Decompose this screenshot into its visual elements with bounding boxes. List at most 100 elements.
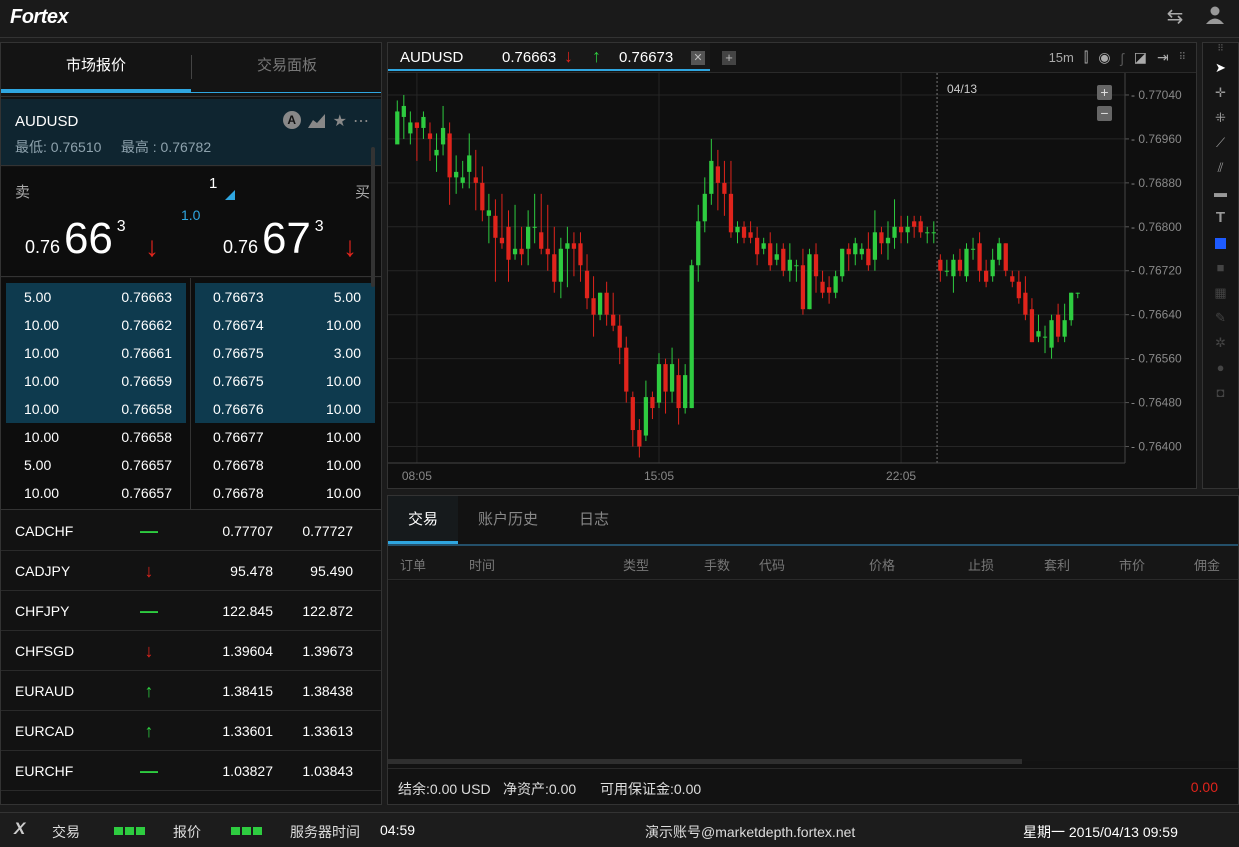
depth-bid-row[interactable]: 5.00 0.76657 [6,451,186,479]
candle [427,122,433,161]
tab-trading-panel[interactable]: 交易面板 [192,43,382,97]
quantity-value[interactable]: 1 [209,175,217,192]
watch-bid[interactable]: 1.03827 [222,751,273,791]
cursor-icon[interactable]: ➤ [1203,55,1238,80]
watchlist-row[interactable]: EURCAD ↑ 1.33601 1.33613 [1,711,381,751]
watch-ask[interactable]: 1.33613 [302,711,353,751]
text-tool-icon[interactable]: T [1203,205,1238,230]
user-icon[interactable] [1203,5,1227,29]
indicator-icon[interactable]: ʃ [1121,50,1124,66]
screenshot-icon[interactable]: ◪ [1134,49,1147,66]
depth-bid-row[interactable]: 10.00 0.76662 [6,311,186,339]
sell-price-button[interactable]: 0.76 66 3 [25,217,126,261]
drag-handle-icon[interactable]: ⠿ [1203,43,1238,55]
watch-ask[interactable]: 122.872 [302,591,353,631]
orders-horizontal-scrollbar[interactable] [388,759,1022,764]
pencil-icon[interactable]: ✎ [1203,305,1238,330]
add-chart-icon[interactable]: + [722,51,736,65]
depth-ask-row[interactable]: 0.76674 10.00 [195,311,375,339]
tab-account-history[interactable]: 账户历史 [468,496,548,544]
buy-price-button[interactable]: 0.76 67 3 [223,217,324,261]
watchlist-row[interactable]: CHFJPY — 122.845 122.872 [1,591,381,631]
watch-bid[interactable]: 1.33601 [222,711,273,751]
depth-bid-row[interactable]: 10.00 0.76658 [6,423,186,451]
col-time[interactable]: 时间 [469,555,495,574]
watch-bid[interactable]: 1.38415 [222,671,273,711]
candle [846,243,851,271]
color-picker-icon[interactable] [1203,230,1238,255]
depth-ask-row[interactable]: 0.76675 10.00 [195,367,375,395]
depth-ask-row[interactable]: 0.76678 10.00 [195,451,375,479]
candlestick-chart[interactable]: - 0.77040 - 0.76960 - 0.76880 - 0.76800 - 0.… [388,73,1196,488]
bid-price: 0.76661 [121,345,172,361]
col-market[interactable]: 市价 [1119,555,1145,574]
symbol-header[interactable]: AUDUSD 最低: 0.76510 最高 : 0.76782 A ★ ⋯ [1,99,381,166]
circle-icon[interactable]: ● [1203,355,1238,380]
swap-icon[interactable]: ⇆ [1163,5,1187,29]
depth-ask-row[interactable]: 0.76673 5.00 [195,283,375,311]
quantity-dropdown-icon[interactable] [225,190,235,200]
watch-ask[interactable]: 1.38438 [302,671,353,711]
close-tab-icon[interactable]: ✕ [691,51,705,65]
quote-scrollbar[interactable] [371,147,375,287]
watch-bid[interactable]: 1.39604 [222,631,273,671]
watch-bid[interactable]: 95.478 [230,551,273,591]
watch-ask[interactable]: 95.490 [310,551,353,591]
point-tool-icon[interactable]: ⁜ [1203,105,1238,130]
crosshair-icon[interactable]: ✛ [1203,80,1238,105]
channel-icon[interactable]: ⫽ [1203,155,1238,180]
watch-ask[interactable]: 1.39673 [302,631,353,671]
tab-trades[interactable]: 交易 [388,496,458,544]
watch-bid[interactable]: 122.845 [222,591,273,631]
eye-icon[interactable]: ◉ [1098,49,1110,66]
col-stop-loss[interactable]: 止损 [968,555,994,574]
depth-bid-row[interactable]: 10.00 0.76657 [6,479,186,507]
col-type[interactable]: 类型 [623,555,649,574]
settings-icon[interactable]: ✲ [1203,330,1238,355]
camera-icon[interactable]: ◘ [1203,380,1238,405]
watch-bid[interactable]: 0.77707 [222,511,273,551]
shape-icon[interactable]: ■ [1203,255,1238,280]
col-price[interactable]: 价格 [869,555,895,574]
timeframe-selector[interactable]: 15m [1049,50,1074,65]
watchlist-row[interactable]: EURAUD ↑ 1.38415 1.38438 [1,671,381,711]
watchlist-row[interactable]: EURCHF — 1.03827 1.03843 [1,751,381,791]
grid-layout-icon[interactable]: ▦ [1203,280,1238,305]
rectangle-icon[interactable]: ▬ [1203,180,1238,205]
ask-size: 10.00 [325,457,361,473]
symbol-name: AUDUSD [15,113,79,130]
trendline-icon[interactable]: ⟋ [1203,130,1238,155]
depth-bid-row[interactable]: 10.00 0.76659 [6,367,186,395]
col-symbol[interactable]: 代码 [759,555,785,574]
star-icon[interactable]: ★ [333,111,347,131]
depth-bid-row[interactable]: 5.00 0.76663 [6,283,186,311]
down-arrow-icon: ↓ [564,46,573,66]
watch-ask[interactable]: 0.77727 [302,511,353,551]
more-icon[interactable]: ⋯ [353,111,369,131]
export-icon[interactable]: ⇥ [1157,49,1169,66]
chart-tab-audusd[interactable]: AUDUSD 0.76663 ↓ ↑ 0.76673 ✕ [388,43,710,71]
area-chart-icon[interactable] [307,111,327,129]
depth-ask-row[interactable]: 0.76676 10.00 [195,395,375,423]
depth-bid-row[interactable]: 10.00 0.76661 [6,339,186,367]
col-order[interactable]: 订单 [400,555,426,574]
auto-icon[interactable]: A [282,111,301,129]
drag-handle-icon[interactable]: ⠿ [1179,52,1186,63]
tab-log[interactable]: 日志 [564,496,624,544]
watchlist-row[interactable]: CHFSGD ↓ 1.39604 1.39673 [1,631,381,671]
depth-ask-row[interactable]: 0.76677 10.00 [195,423,375,451]
candle-body [905,226,910,233]
zoom-in-icon-glyph[interactable]: + [1100,84,1108,100]
col-lots[interactable]: 手数 [704,555,730,574]
col-commission[interactable]: 佣金 [1194,555,1220,574]
col-take-profit[interactable]: 套利 [1044,555,1070,574]
depth-ask-row[interactable]: 0.76675 3.00 [195,339,375,367]
watchlist-row[interactable]: CADCHF — 0.77707 0.77727 [1,511,381,551]
candlestick-icon[interactable]: ⫿ [1084,49,1088,66]
watchlist-row[interactable]: CADJPY ↓ 95.478 95.490 [1,551,381,591]
candle-body [846,248,851,255]
depth-ask-row[interactable]: 0.76678 10.00 [195,479,375,507]
watch-ask[interactable]: 1.03843 [302,751,353,791]
depth-bid-row[interactable]: 10.00 0.76658 [6,395,186,423]
zoom-out-icon-glyph[interactable]: − [1100,105,1108,121]
